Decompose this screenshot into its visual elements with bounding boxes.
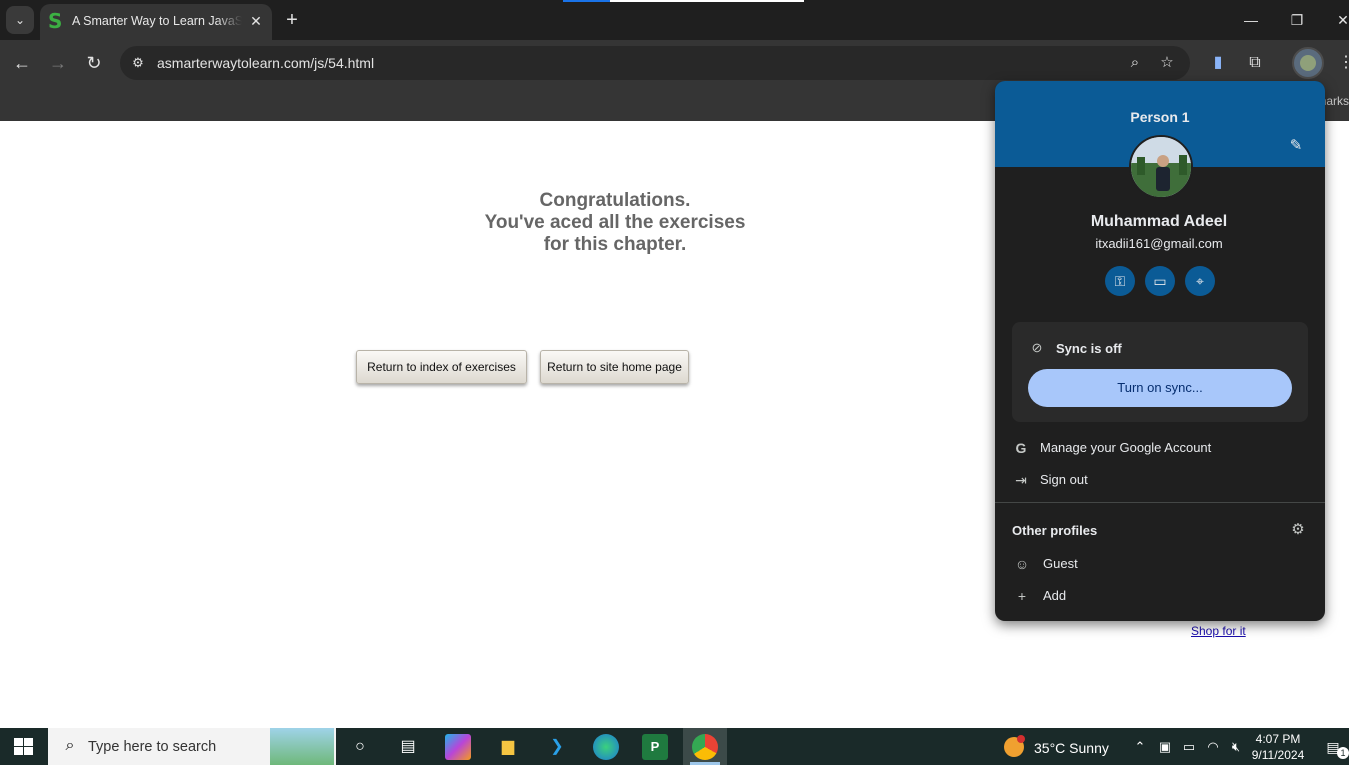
tab-title: A Smarter Way to Learn JavaScript [72, 14, 242, 28]
congrats-line-1: Congratulations. [539, 190, 691, 211]
chrome-icon [692, 734, 718, 760]
browser-tab[interactable]: S A Smarter Way to Learn JavaScript ✕ [40, 4, 272, 40]
sign-out-icon: ⇥ [1015, 472, 1027, 488]
forward-button[interactable]: → [46, 51, 70, 75]
profile-header-title: Person 1 [1130, 109, 1190, 125]
plus-icon: + [1017, 588, 1027, 604]
shop-link[interactable]: Shop for it [1191, 624, 1246, 638]
sync-section: ⊘ Sync is off Turn on sync... [1012, 322, 1308, 422]
key-icon: ⚿ [1114, 273, 1126, 289]
guest-avatar-icon: ☺ [1014, 556, 1030, 572]
search-placeholder: Type here to search [88, 739, 217, 755]
profile-name: Muhammad Adeel [1090, 213, 1228, 230]
congratulations-message: Congratulations. You've aced all the exe… [415, 190, 815, 256]
search-icon: ⌕ [65, 737, 75, 754]
divider [995, 502, 1325, 503]
congrats-line-3: for this chapter. [543, 234, 687, 255]
search-highlight-image [270, 728, 334, 765]
network-icon[interactable]: ◠ [1204, 738, 1222, 756]
chevron-down-icon: ⌄ [14, 13, 26, 27]
windows-start-icon[interactable] [14, 738, 34, 756]
meet-now-icon[interactable]: ▣ [1156, 738, 1174, 756]
weather-text[interactable]: 35°C Sunny [1034, 740, 1109, 756]
minimize-button[interactable]: — [1236, 8, 1266, 32]
window-close-button[interactable]: ✕ [1328, 8, 1349, 32]
url-text[interactable]: asmarterwaytolearn.com/js/54.html [157, 55, 374, 71]
google-g-icon: G [1015, 440, 1027, 456]
bookmark-star-icon[interactable]: ☆ [1157, 53, 1177, 73]
address-bar[interactable]: ⚙ asmarterwaytolearn.com/js/54.html ⌕ ☆ [120, 46, 1190, 80]
site-settings-icon[interactable]: ⚙ [128, 53, 148, 73]
credit-card-icon: ▭ [1153, 273, 1167, 289]
avatar-icon [1300, 55, 1316, 71]
edge-icon[interactable] [593, 734, 619, 760]
tray-chevron-icon[interactable]: ⌃ [1131, 738, 1149, 756]
return-to-home-button[interactable]: Return to site home page [540, 350, 689, 384]
close-tab-icon[interactable]: ✕ [248, 13, 264, 29]
taskbar-search-box[interactable]: ⌕ Type here to search [48, 728, 336, 765]
browser-toolbar: ← → ↻ ⚙ asmarterwaytolearn.com/js/54.htm… [0, 40, 1349, 86]
arrow-left-icon: ← [13, 53, 31, 73]
addresses-button[interactable]: ⌖ [1185, 266, 1215, 296]
battery-icon[interactable]: ▭ [1180, 738, 1198, 756]
profile-button[interactable] [1292, 47, 1324, 79]
avatar-photo-icon [1131, 137, 1191, 197]
reload-button[interactable]: ↻ [82, 51, 106, 75]
restore-button[interactable]: ❐ [1282, 8, 1312, 32]
turn-on-sync-button[interactable]: Turn on sync... [1028, 369, 1292, 407]
task-view-icon[interactable]: ▤ [395, 734, 421, 760]
arrow-right-icon: → [49, 53, 67, 73]
volume-muted-icon[interactable]: 🔇︎ [1227, 738, 1245, 756]
sign-out-label: Sign out [1040, 472, 1088, 487]
title-bar: ⌄ S A Smarter Way to Learn JavaScript ✕ … [0, 0, 1349, 40]
system-clock[interactable]: 4:07 PM 9/11/2024 [1250, 731, 1306, 763]
congrats-line-2: You've aced all the exercises [484, 212, 746, 233]
notification-count: 1 [1337, 747, 1349, 759]
return-to-index-button[interactable]: Return to index of exercises [356, 350, 527, 384]
profile-email: itxadii161@gmail.com [1095, 236, 1223, 251]
project-app-icon[interactable]: P [642, 734, 668, 760]
reload-icon: ↻ [86, 53, 102, 73]
new-tab-button[interactable]: + [282, 8, 302, 32]
file-explorer-icon[interactable]: ▆ [495, 734, 521, 760]
sync-status: Sync is off [1056, 341, 1122, 356]
sync-off-icon: ⊘ [1031, 340, 1043, 355]
cortana-icon[interactable]: ○ [347, 734, 373, 760]
add-label: Add [1043, 588, 1067, 603]
manage-profiles-gear-icon[interactable]: ⚙ [1289, 521, 1307, 539]
extension-icon[interactable]: ▮ [1206, 51, 1230, 75]
passwords-button[interactable]: ⚿ [1105, 266, 1135, 296]
edit-pencil-icon[interactable]: ✎ [1287, 137, 1305, 155]
zoom-icon[interactable]: ⌕ [1125, 53, 1145, 73]
manage-account-label: Manage your Google Account [1040, 440, 1212, 455]
menu-icon[interactable]: ⋮ [1334, 51, 1349, 75]
page-strip-highlight [563, 0, 610, 2]
clock-date: 9/11/2024 [1251, 748, 1305, 762]
taskbar: ⌕ Type here to search ○ ▤ ▆ ❯ P 35°C Sun… [0, 728, 1349, 765]
guest-label: Guest [1043, 556, 1078, 571]
copilot-icon[interactable] [445, 734, 471, 760]
clock-time: 4:07 PM [1255, 732, 1301, 746]
location-pin-icon: ⌖ [1196, 273, 1204, 289]
extensions-puzzle-icon[interactable]: ⧉ [1243, 51, 1267, 75]
back-button[interactable]: ← [10, 51, 34, 75]
payment-methods-button[interactable]: ▭ [1145, 266, 1175, 296]
site-favicon-icon: S [48, 9, 63, 33]
profile-avatar [1129, 135, 1193, 199]
other-profiles-title: Other profiles [1012, 523, 1098, 538]
weather-alert-badge [1017, 735, 1025, 743]
vscode-icon[interactable]: ❯ [544, 734, 570, 760]
tab-search-button[interactable]: ⌄ [6, 6, 34, 34]
profile-menu: Person 1 ✎ Muhammad Adeel itxadii161@gma… [995, 81, 1325, 621]
